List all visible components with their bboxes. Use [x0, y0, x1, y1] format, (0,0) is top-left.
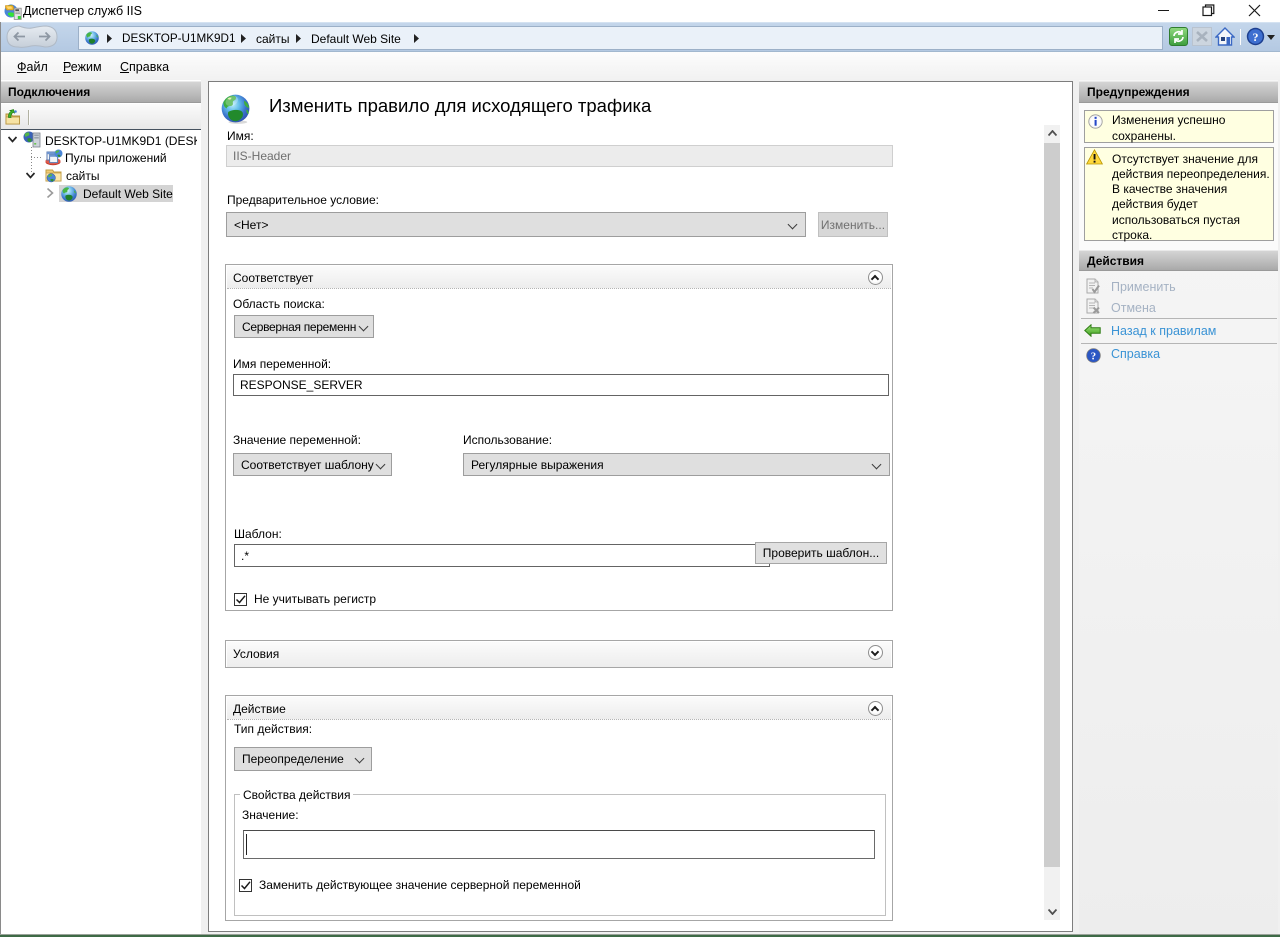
svg-text:?: ?: [1253, 30, 1259, 44]
svg-text:?: ?: [1091, 351, 1096, 363]
